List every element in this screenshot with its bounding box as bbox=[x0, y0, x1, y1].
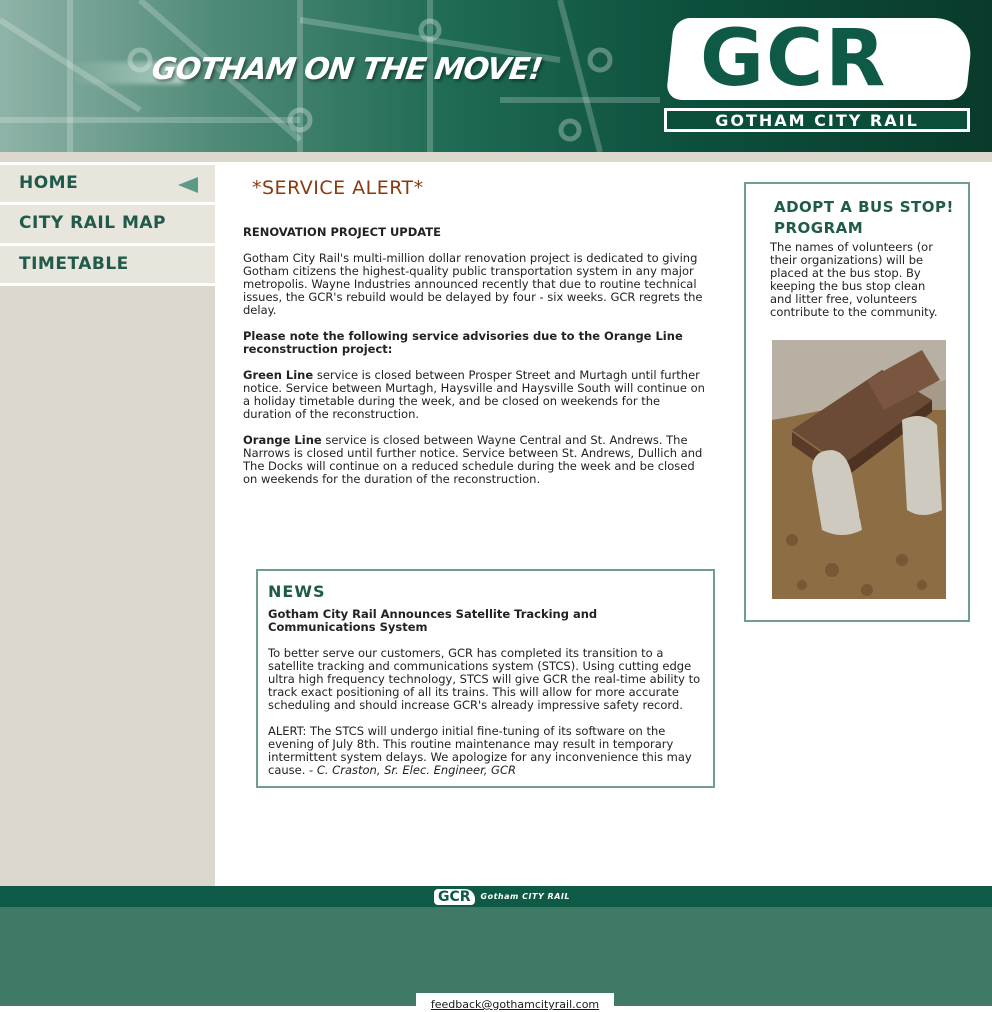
news-headline: Gotham City Rail Announces Satellite Tra… bbox=[268, 607, 598, 634]
adopt-title: ADOPT A BUS STOP! PROGRAM bbox=[774, 197, 954, 239]
news-title: NEWS bbox=[268, 582, 326, 601]
active-arrow-icon bbox=[178, 177, 198, 193]
nav-item-city-rail-map[interactable]: CITY RAIL MAP bbox=[0, 205, 215, 246]
feedback-email-link[interactable]: feedback@gothamcityrail.com bbox=[431, 998, 599, 1011]
news-paragraph-1: To better serve our customers, GCR has c… bbox=[268, 646, 701, 712]
header-divider bbox=[0, 152, 992, 162]
bench-image bbox=[772, 340, 946, 599]
footer-logo[interactable]: GCR Gotham CITY RAIL bbox=[434, 888, 604, 905]
nav-item-label: TIMETABLE bbox=[19, 254, 129, 274]
news-paragraph-2: ALERT: The STCS will undergo initial fin… bbox=[268, 725, 704, 777]
orange-line-name: Orange Line bbox=[243, 433, 322, 447]
footer-background bbox=[0, 907, 992, 1006]
bench-photo bbox=[772, 340, 946, 599]
feedback-box: feedback@gothamcityrail.com bbox=[416, 993, 614, 1011]
adopt-description: The names of volunteers (or their organi… bbox=[770, 240, 938, 319]
news-box: NEWS Gotham City Rail Announces Satellit… bbox=[256, 569, 715, 788]
nav-item-label: HOME bbox=[19, 173, 79, 193]
nav-item-timetable[interactable]: TIMETABLE bbox=[0, 246, 215, 286]
logo-subtitle-box: GOTHAM CITY RAIL bbox=[664, 108, 970, 132]
green-line-name: Green Line bbox=[243, 368, 314, 382]
site-header: GOTHAM ON THE MOVE! GCR GOTHAM CITY RAIL bbox=[0, 0, 992, 152]
advisory-heading: Please note the following service adviso… bbox=[243, 329, 683, 356]
header-slogan: GOTHAM ON THE MOVE! bbox=[149, 52, 544, 87]
adopt-title-line-2: PROGRAM bbox=[774, 219, 864, 237]
renovation-text: Gotham City Rail's multi-million dollar … bbox=[243, 251, 703, 317]
gcr-logo[interactable]: GCR bbox=[700, 14, 887, 104]
renovation-heading: RENOVATION PROJECT UPDATE bbox=[243, 225, 441, 239]
orange-line-advisory: Orange Line service is closed between Wa… bbox=[243, 434, 705, 486]
news-signature: C. Craston, Sr. Elec. Engineer, GCR bbox=[316, 763, 516, 777]
green-line-text: service is closed between Prosper Street… bbox=[243, 368, 705, 421]
adopt-bus-stop-box: ADOPT A BUS STOP! PROGRAM The names of v… bbox=[744, 182, 970, 622]
green-line-advisory: Green Line service is closed between Pro… bbox=[243, 369, 705, 421]
logo-subtitle: GOTHAM CITY RAIL bbox=[715, 110, 919, 130]
service-alert-title: *SERVICE ALERT* bbox=[252, 177, 424, 199]
footer-logo-mark: GCR bbox=[434, 888, 475, 905]
footer-logo-subtitle: Gotham CITY RAIL bbox=[480, 892, 570, 901]
adopt-title-line-1: ADOPT A BUS STOP! bbox=[774, 198, 954, 216]
nav-item-label: CITY RAIL MAP bbox=[19, 213, 166, 233]
nav-item-home[interactable]: HOME bbox=[0, 165, 215, 205]
